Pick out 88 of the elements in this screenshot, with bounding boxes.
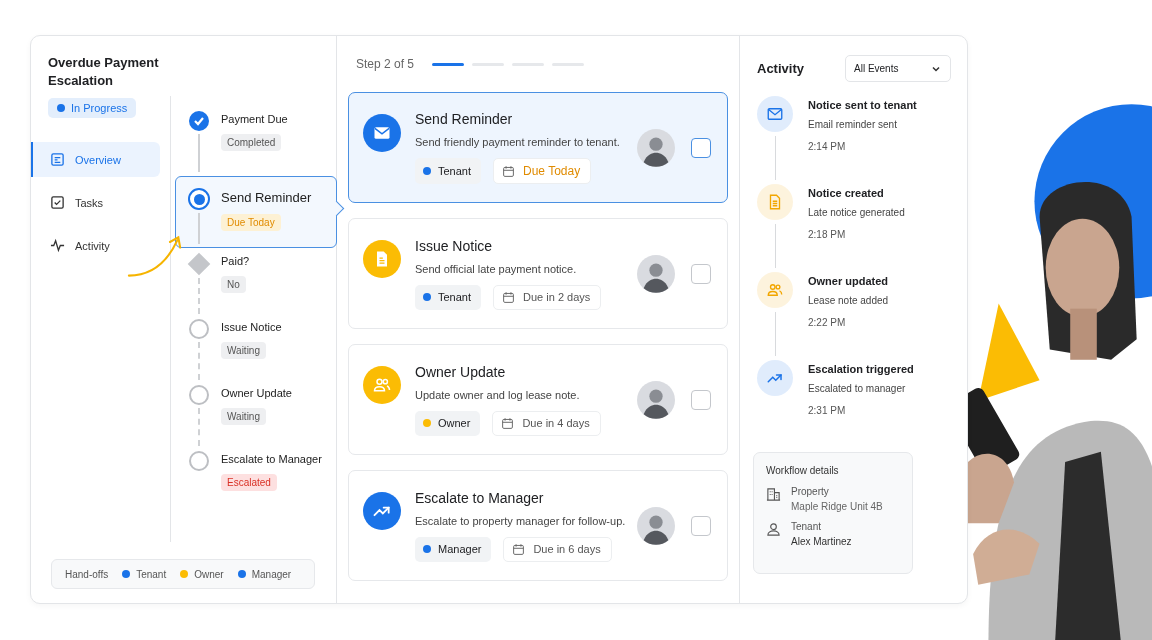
avatar-icon bbox=[637, 380, 675, 419]
task-title: Owner Update bbox=[415, 363, 507, 380]
detail-value: Maple Ridge Unit 4B bbox=[791, 501, 883, 512]
due-date-tag: Due in 2 days bbox=[493, 284, 602, 310]
nav-item[interactable]: Overview bbox=[31, 142, 160, 177]
step-item[interactable]: Payment Due Completed bbox=[175, 110, 336, 176]
checkbox[interactable] bbox=[691, 263, 711, 284]
calendar-icon bbox=[512, 542, 526, 556]
step-status: Due Today bbox=[221, 214, 281, 231]
checkbox[interactable] bbox=[691, 137, 711, 158]
step-name: Owner Update bbox=[221, 387, 292, 399]
details-title: Workflow details bbox=[766, 465, 840, 476]
task-description: Send official late payment notice. bbox=[415, 262, 578, 275]
activity-title: Activity bbox=[757, 61, 804, 76]
step-counter: Step 2 of 5 bbox=[356, 57, 415, 71]
radio-icon bbox=[188, 188, 210, 210]
legend-label: Owner bbox=[194, 568, 224, 580]
person-icon bbox=[766, 522, 781, 537]
task-description: Send friendly payment reminder to tenant. bbox=[415, 136, 621, 148]
checkbox-icon bbox=[50, 195, 65, 210]
detail-value: Alex Martinez bbox=[791, 536, 852, 547]
task-title: Send Reminder bbox=[415, 111, 514, 127]
status-badge: In Progress bbox=[48, 98, 137, 118]
task-card[interactable]: Owner Update Update owner and log lease note. Owner Due in 4 days bbox=[348, 344, 728, 455]
legend-label: Manager bbox=[251, 568, 292, 580]
task-description: Update owner and log lease note. bbox=[415, 388, 581, 401]
detail-label: Tenant bbox=[791, 521, 823, 532]
step-status: Waiting bbox=[221, 408, 266, 425]
assignee-tag: Owner bbox=[415, 410, 481, 436]
check-icon bbox=[189, 111, 209, 131]
event-title: Owner updated bbox=[808, 275, 889, 287]
checkbox[interactable] bbox=[691, 389, 711, 410]
event-detail: Late notice generated bbox=[808, 207, 905, 218]
event-time: 2:18 PM bbox=[808, 229, 847, 240]
legend-title: Hand-offs bbox=[65, 568, 109, 580]
calendar-icon bbox=[502, 290, 516, 304]
dashboard-icon bbox=[50, 152, 65, 167]
task-card[interactable]: Send Reminder Send friendly payment reminder to tenant. Tenant Due Today bbox=[348, 92, 728, 203]
avatar-icon bbox=[637, 128, 675, 167]
pulse-icon bbox=[50, 238, 65, 253]
step-item[interactable]: Owner Update Waiting bbox=[175, 384, 336, 450]
step-name: Payment Due bbox=[221, 113, 288, 125]
detail-label: Property bbox=[791, 486, 830, 497]
step-name: Issue Notice bbox=[221, 321, 282, 333]
assignee-tag: Manager bbox=[415, 536, 492, 562]
event-title: Notice created bbox=[808, 187, 885, 199]
step-status: Escalated bbox=[221, 474, 277, 491]
step-status: Waiting bbox=[221, 342, 266, 359]
circle-icon bbox=[189, 385, 209, 405]
step-item[interactable]: Escalate to Manager Escalated bbox=[175, 450, 336, 516]
due-date-tag: Due in 4 days bbox=[492, 410, 601, 436]
legend-label: Tenant bbox=[136, 568, 167, 580]
event-title: Escalation triggered bbox=[808, 363, 914, 375]
event-time: 2:31 PM bbox=[808, 405, 847, 416]
nav-item[interactable]: Tasks bbox=[31, 185, 160, 220]
avatar-icon bbox=[637, 254, 675, 293]
circle-icon bbox=[189, 451, 209, 471]
assignee-tag: Tenant bbox=[415, 284, 482, 310]
task-card[interactable]: Escalate to Manager Escalate to property manager for follow-up. Manager Due in 6 days bbox=[348, 470, 728, 581]
step-name: Paid? bbox=[221, 255, 250, 267]
task-title: Escalate to Manager bbox=[415, 489, 545, 506]
event-title: Notice sent to tenant bbox=[808, 99, 917, 111]
checkbox[interactable] bbox=[691, 515, 711, 536]
task-description: Escalate to property manager for follow-up. bbox=[415, 514, 627, 527]
due-date-tag: Due Today bbox=[493, 158, 592, 184]
step-status: Completed bbox=[221, 134, 282, 151]
event-detail: Escalated to manager bbox=[808, 383, 907, 394]
task-title: Issue Notice bbox=[415, 237, 494, 254]
event-time: 2:22 PM bbox=[808, 317, 847, 328]
calendar-icon bbox=[501, 416, 515, 430]
step-item[interactable]: Issue Notice Waiting bbox=[175, 318, 336, 384]
event-detail: Lease note added bbox=[808, 295, 889, 306]
due-date-tag: Due in 6 days bbox=[503, 536, 612, 562]
avatar-icon bbox=[637, 506, 675, 545]
task-card[interactable]: Issue Notice Send official late payment notice. Tenant Due in 2 days bbox=[348, 218, 728, 329]
assignee-tag: Tenant bbox=[415, 158, 482, 184]
circle-icon bbox=[189, 319, 209, 339]
calendar-icon bbox=[502, 164, 516, 178]
filter-dropdown[interactable]: All Events bbox=[845, 55, 951, 82]
step-name: Send Reminder bbox=[221, 190, 312, 205]
step-name: Escalate to Manager bbox=[221, 453, 322, 465]
workflow-title: Overdue Payment Escalation bbox=[47, 54, 160, 90]
step-item[interactable]: Paid? No bbox=[175, 252, 336, 318]
event-time: 2:14 PM bbox=[808, 141, 847, 152]
event-detail: Email reminder sent bbox=[808, 119, 898, 130]
nav-item[interactable]: Activity bbox=[31, 228, 160, 263]
step-status: No bbox=[221, 276, 246, 293]
building-icon bbox=[766, 487, 781, 502]
